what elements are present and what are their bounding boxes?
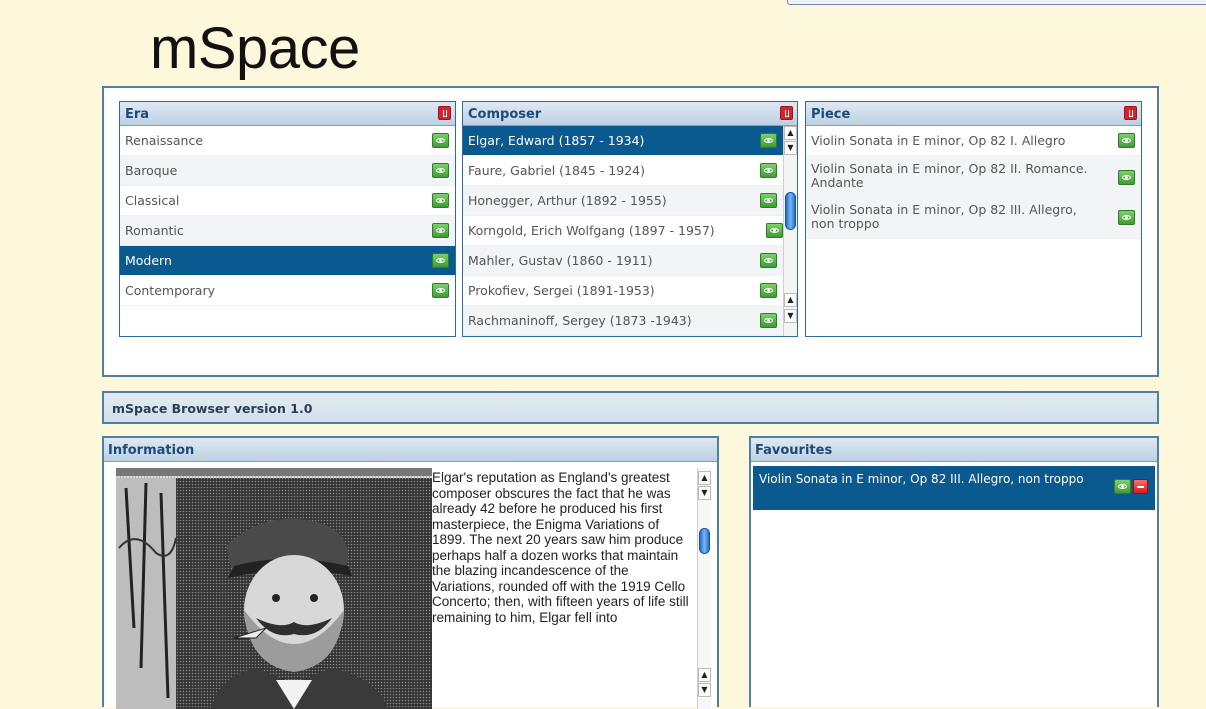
information-text: Elgar's reputation as England's greatest…	[432, 470, 689, 625]
scroll-up-icon[interactable]: ▲	[698, 668, 711, 682]
favourites-panel: Favourites Violin Sonata in E minor, Op …	[749, 436, 1159, 707]
eye-icon[interactable]	[760, 133, 777, 148]
list-item[interactable]: Baroque	[120, 156, 455, 186]
list-item-label: Classical	[125, 193, 180, 208]
eye-icon[interactable]	[760, 253, 777, 268]
eye-icon[interactable]	[1118, 133, 1135, 148]
favourite-item[interactable]: Violin Sonata in E minor, Op 82 III. All…	[753, 466, 1155, 510]
eye-icon[interactable]	[432, 253, 449, 268]
column-header-era: Era	[120, 102, 455, 126]
column-title: Era	[125, 107, 150, 122]
eye-icon[interactable]	[432, 163, 449, 178]
scroll-down-icon[interactable]: ▼	[698, 683, 711, 697]
list-item-label: Renaissance	[125, 133, 204, 148]
eye-icon[interactable]	[432, 133, 449, 148]
list-item[interactable]: Violin Sonata in E minor, Op 82 II. Roma…	[806, 156, 1141, 197]
column-title: Piece	[811, 107, 851, 122]
list-item[interactable]: Faure, Gabriel (1845 - 1924)	[463, 156, 783, 186]
column-browser: Era Renaissance Baroque Classical Romant…	[102, 86, 1159, 377]
eye-icon[interactable]	[432, 223, 449, 238]
list-item[interactable]: Rachmaninoff, Sergey (1873 -1943)	[463, 306, 783, 336]
eye-icon[interactable]	[760, 283, 777, 298]
eye-icon[interactable]	[766, 223, 783, 238]
composer-portrait	[116, 468, 432, 709]
column-header-piece: Piece	[806, 102, 1141, 126]
column-title: Composer	[468, 107, 542, 122]
portrait-image	[116, 468, 432, 709]
page-title: mSpace	[150, 16, 360, 81]
favourites-header: Favourites	[751, 438, 1157, 462]
list-item[interactable]: Honegger, Arthur (1892 - 1955)	[463, 186, 783, 216]
composer-scrollbar[interactable]: ▲ ▼ ▲ ▼	[783, 126, 797, 336]
information-header: Information	[104, 438, 717, 462]
list-item-label: Korngold, Erich Wolfgang (1897 - 1957)	[468, 223, 715, 238]
close-column-icon[interactable]	[780, 106, 793, 120]
list-item[interactable]: Romantic	[120, 216, 455, 246]
eye-icon[interactable]	[432, 193, 449, 208]
column-era: Era Renaissance Baroque Classical Romant…	[119, 101, 456, 337]
list-item[interactable]: Contemporary	[120, 276, 455, 306]
information-scrollbar[interactable]: ▲ ▼ ▲ ▼	[697, 468, 711, 709]
list-item-label: Violin Sonata in E minor, Op 82 III. All…	[811, 202, 1077, 231]
scroll-up-icon[interactable]: ▲	[784, 293, 797, 307]
list-item-selected[interactable]: Modern	[120, 246, 455, 276]
scroll-up-icon[interactable]: ▲	[698, 471, 711, 485]
scroll-down-icon[interactable]: ▼	[784, 141, 797, 155]
composer-list: Elgar, Edward (1857 - 1934) Faure, Gabri…	[463, 126, 783, 336]
list-item-label: Mahler, Gustav (1860 - 1911)	[468, 253, 653, 268]
list-item[interactable]: Classical	[120, 186, 455, 216]
list-item[interactable]: Violin Sonata in E minor, Op 82 III. All…	[806, 197, 1141, 239]
remove-icon[interactable]	[1133, 479, 1148, 494]
list-item-label: Elgar, Edward (1857 - 1934)	[468, 133, 645, 148]
eye-icon[interactable]	[432, 283, 449, 298]
eye-icon[interactable]	[1118, 170, 1135, 185]
list-item-label: Violin Sonata in E minor, Op 82 II. Roma…	[811, 161, 1088, 190]
eye-icon[interactable]	[1118, 210, 1135, 225]
list-item-label: Contemporary	[125, 283, 215, 298]
list-item[interactable]: Renaissance	[120, 126, 455, 156]
version-bar: mSpace Browser version 1.0	[102, 391, 1159, 424]
list-item-label: Modern	[125, 253, 172, 268]
list-item-label: Rachmaninoff, Sergey (1873 -1943)	[468, 313, 692, 328]
list-item[interactable]: Violin Sonata in E minor, Op 82 I. Alleg…	[806, 126, 1141, 156]
list-item-label: Romantic	[125, 223, 184, 238]
scroll-thumb[interactable]	[699, 528, 710, 554]
top-window-edge	[787, 0, 1206, 5]
column-header-composer: Composer	[463, 102, 797, 126]
list-item[interactable]: Prokofiev, Sergei (1891-1953)	[463, 276, 783, 306]
column-piece: Piece Violin Sonata in E minor, Op 82 I.…	[805, 101, 1142, 337]
list-item[interactable]: Mahler, Gustav (1860 - 1911)	[463, 246, 783, 276]
scroll-down-icon[interactable]: ▼	[784, 309, 797, 323]
list-item-label: Honegger, Arthur (1892 - 1955)	[468, 193, 667, 208]
close-column-icon[interactable]	[1124, 106, 1137, 120]
column-composer: Composer Elgar, Edward (1857 - 1934) Fau…	[462, 101, 798, 337]
favourite-item-label: Violin Sonata in E minor, Op 82 III. All…	[759, 472, 1084, 486]
list-item-label: Violin Sonata in E minor, Op 82 I. Alleg…	[811, 133, 1066, 148]
list-item-label: Prokofiev, Sergei (1891-1953)	[468, 283, 655, 298]
list-item-label: Baroque	[125, 163, 178, 178]
scroll-thumb[interactable]	[785, 192, 796, 230]
list-item-selected[interactable]: Elgar, Edward (1857 - 1934)	[463, 126, 783, 156]
eye-icon[interactable]	[760, 193, 777, 208]
eye-icon[interactable]	[760, 313, 777, 328]
list-item-label: Faure, Gabriel (1845 - 1924)	[468, 163, 645, 178]
eye-icon[interactable]	[760, 163, 777, 178]
information-panel: Information Elgar's reputation as Englan…	[102, 436, 719, 709]
scroll-up-icon[interactable]: ▲	[784, 126, 797, 140]
list-item[interactable]: Korngold, Erich Wolfgang (1897 - 1957)	[463, 216, 783, 246]
eye-icon[interactable]	[1114, 479, 1131, 494]
scroll-down-icon[interactable]: ▼	[698, 486, 711, 500]
close-column-icon[interactable]	[438, 106, 451, 120]
